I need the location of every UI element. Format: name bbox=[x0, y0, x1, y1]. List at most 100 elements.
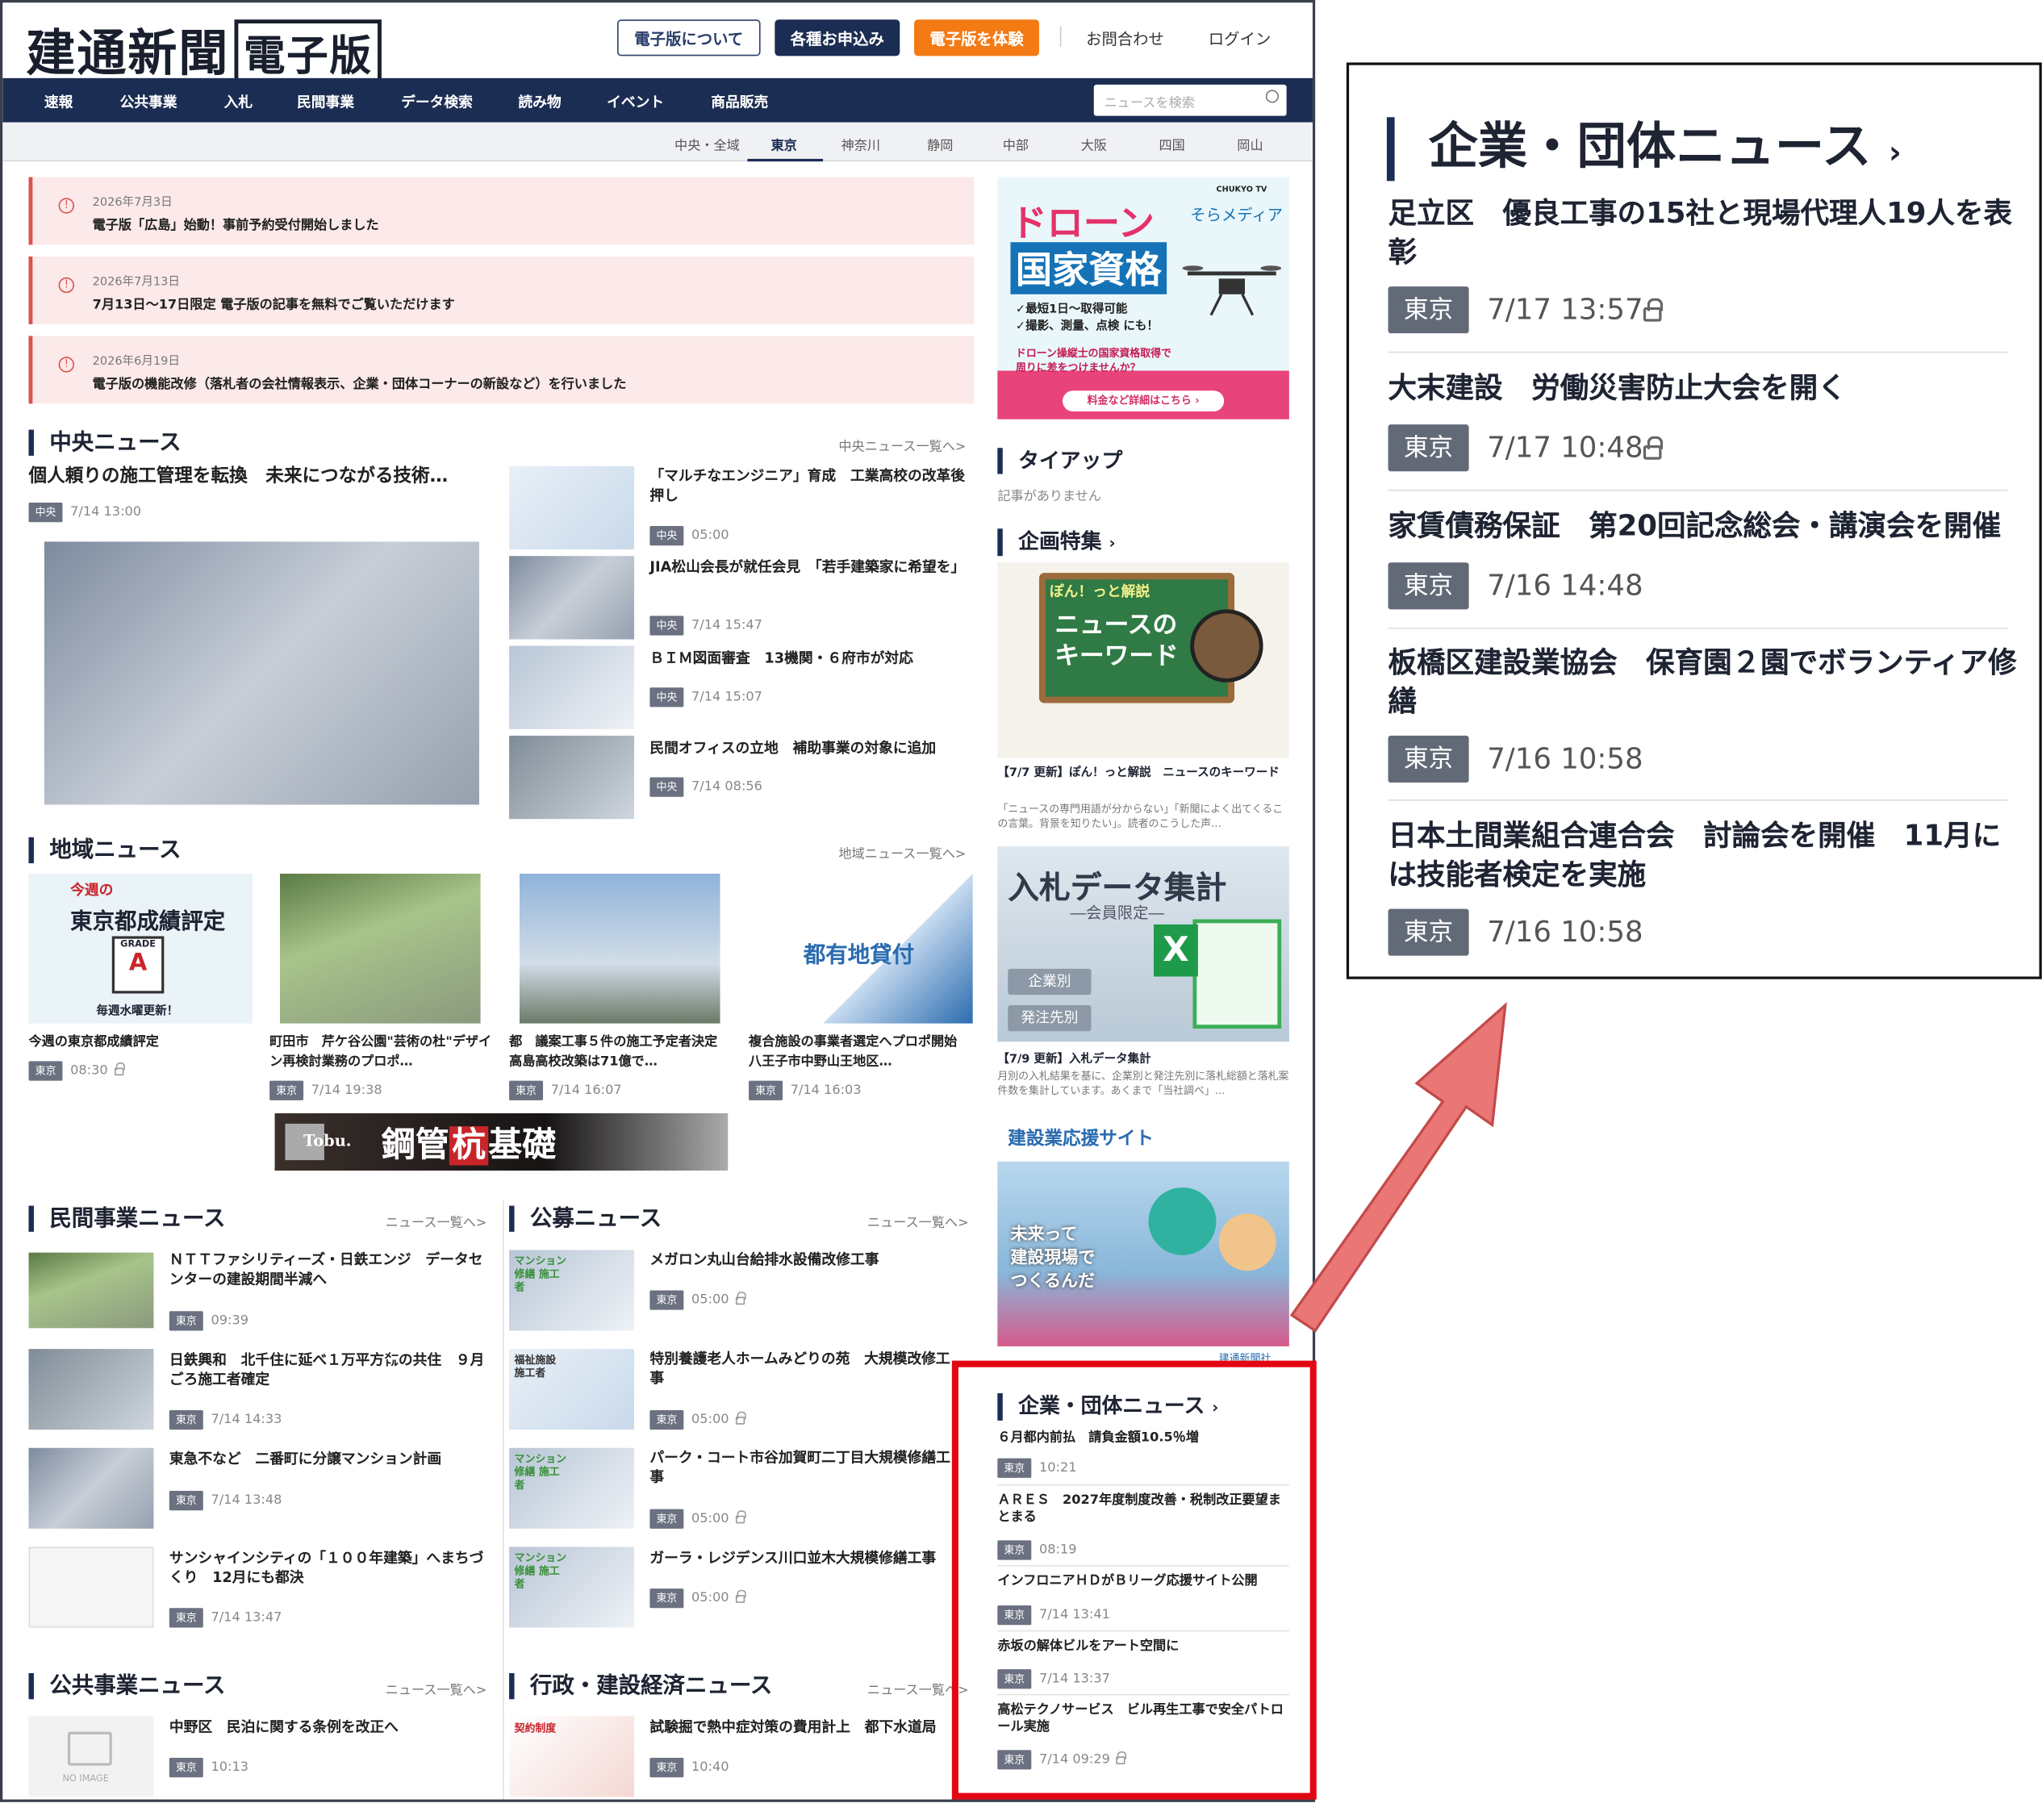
nav-item[interactable]: 民間事業 bbox=[297, 91, 354, 112]
article-thumbnail[interactable] bbox=[28, 1349, 154, 1430]
search-icon[interactable] bbox=[1265, 90, 1279, 103]
section-title-admin: 行政・建設経済ニュース bbox=[509, 1672, 772, 1700]
article-title[interactable]: メガロン丸山台給排水設備改修工事 bbox=[649, 1250, 959, 1269]
article-meta: 中央 7/14 08:56 bbox=[649, 774, 762, 799]
site-logo[interactable]: 建通新聞 電子版 bbox=[26, 13, 382, 88]
steel-pipe-pile-banner[interactable]: Tobu. 鋼管杭基礎 bbox=[274, 1112, 729, 1171]
thumbnail-label: マンション修繕 施工者 bbox=[514, 1254, 567, 1293]
about-button[interactable]: 電子版について bbox=[617, 19, 761, 56]
news-keyword-feature-image[interactable]: ぽん！っと解説 ニュースの キーワード bbox=[997, 562, 1289, 758]
public-bid-more-link[interactable]: ニュース一覧へ> bbox=[867, 1211, 969, 1230]
article-title[interactable]: 民間オフィスの立地 補助事業の対象に追加 bbox=[649, 738, 967, 758]
article-title[interactable]: サンシャインシティの「１００年建築」へまちづくり 12月にも都決 bbox=[169, 1548, 495, 1587]
feature-caption[interactable]: 【7/7 更新】ぽん！っと解説 ニュースのキーワード bbox=[997, 766, 1289, 781]
nav-item[interactable]: 入札 bbox=[224, 91, 253, 112]
login-link[interactable]: ログイン bbox=[1209, 27, 1271, 49]
article-title[interactable]: 東急不など 二番町に分譲マンション計画 bbox=[169, 1449, 495, 1468]
article-title[interactable]: 試験掘で熱中症対策の費用計上 都下水道局 bbox=[649, 1718, 959, 1737]
land-lease-card[interactable]: 都有地貸付 bbox=[749, 873, 973, 1024]
article-thumbnail[interactable]: 福祉施設 施工者 bbox=[509, 1349, 635, 1430]
article-title[interactable]: ガーラ・レジデンス川口並木大規模修繕工事 bbox=[649, 1548, 959, 1567]
article-title[interactable]: 特別養護老人ホームみどりの苑 大規模改修工事 bbox=[649, 1349, 959, 1388]
tab-region[interactable]: 四国 bbox=[1159, 134, 1184, 154]
article-thumbnail[interactable] bbox=[509, 465, 635, 550]
grade-card[interactable]: 今週の 東京都成績評定 GRADE A 毎週水曜更新！ bbox=[28, 873, 253, 1024]
article-title[interactable]: 中野区 民泊に関する条例を改正へ bbox=[169, 1718, 495, 1737]
article-title[interactable]: 町田市 芹ケ谷公園"芸術の杜"デザイン再検討業務のプロポ… bbox=[269, 1033, 494, 1071]
article-thumbnail[interactable] bbox=[509, 645, 635, 729]
article-thumbnail[interactable]: 契約制度 bbox=[509, 1716, 635, 1797]
article-thumbnail[interactable] bbox=[509, 556, 635, 640]
article-thumbnail[interactable]: マンション修繕 施工者 bbox=[509, 1547, 635, 1628]
tab-region[interactable]: 神奈川 bbox=[841, 134, 880, 154]
callout-arrow-icon bbox=[1289, 1002, 1507, 1333]
ad-features: ✓最短1日〜取得可能 ✓撮影、測量、点検 にも！ bbox=[1016, 302, 1159, 336]
article-title[interactable]: 「マルチなエンジニア」育成 工業高校の改革後押し bbox=[649, 466, 967, 505]
ad-cta-button[interactable]: 料金など詳細はこちら › bbox=[1063, 390, 1225, 412]
article-thumbnail[interactable] bbox=[519, 873, 720, 1024]
zoom-article-title[interactable]: 足立区 優良工事の15社と現場代理人19人を表彰 bbox=[1388, 195, 2019, 273]
data-caption[interactable]: 【7/9 更新】入札データ集計 bbox=[997, 1050, 1289, 1067]
drone-license-ad[interactable]: ドローン 国家資格 CHUKYO TV そらメディア ✓最短1日〜取得可能 ✓撮影… bbox=[997, 177, 1289, 420]
timestamp: 7/14 08:56 bbox=[691, 779, 762, 795]
character-helmet-icon bbox=[1148, 1187, 1217, 1255]
nav-item[interactable]: 商品販売 bbox=[711, 91, 768, 112]
central-more-link[interactable]: 中央ニュース一覧へ> bbox=[838, 435, 966, 455]
tab-region[interactable]: 岡山 bbox=[1237, 134, 1263, 154]
article-title[interactable]: 今週の東京都成績評定 bbox=[29, 1033, 253, 1052]
article-title[interactable]: ＮＴＴファシリティーズ・日鉄エンジ データセンターの建設期間半減へ bbox=[169, 1250, 495, 1288]
article-title[interactable]: 複合施設の事業者選定へプロポ開始 八王子市中野山王地区… bbox=[749, 1033, 973, 1071]
apply-button[interactable]: 各種お申込み bbox=[775, 19, 900, 56]
article-title[interactable]: ＢＩＭ図面審査 13機関・６府市が対応 bbox=[649, 649, 967, 668]
section-title-tieup: タイアップ bbox=[997, 448, 1122, 474]
notice-item[interactable]: ! 2026年7月3日 電子版「広島」始動！事前予約受付開始しました bbox=[28, 177, 975, 245]
zoom-article-title[interactable]: 板橋区建設業協会 保育園２園でボランティア修繕 bbox=[1388, 645, 2019, 723]
nav-item[interactable]: イベント bbox=[607, 91, 664, 112]
nav-item[interactable]: データ検索 bbox=[401, 91, 473, 112]
nav-item[interactable]: 公共事業 bbox=[119, 91, 177, 112]
region-tag: 東京 bbox=[649, 1588, 684, 1609]
article-meta: 東京 7/14 16:03 bbox=[749, 1077, 862, 1102]
tab-region[interactable]: 大阪 bbox=[1081, 134, 1107, 154]
article-thumbnail[interactable]: マンション修繕 施工者 bbox=[509, 1250, 635, 1331]
excel-icon: X bbox=[1154, 924, 1198, 977]
bid-data-feature-image[interactable]: 入札データ集計 ―会員限定― 企業別 発注先別 X bbox=[997, 846, 1289, 1042]
grade-label: GRADE bbox=[120, 938, 156, 950]
article-title[interactable]: パーク・コート市谷加賀町二丁目大規模修繕工事 bbox=[649, 1448, 959, 1487]
zoomed-section-title[interactable]: 企業・団体ニュース › bbox=[1386, 117, 1902, 182]
public-works-more-link[interactable]: ニュース一覧へ> bbox=[386, 1678, 487, 1698]
construction-support-banner[interactable]: 未来って 建設現場で つくるんだ bbox=[997, 1161, 1289, 1346]
support-site-link[interactable]: 建設業応援サイト bbox=[1008, 1125, 1154, 1150]
article-thumbnail[interactable] bbox=[28, 1447, 154, 1529]
tab-region[interactable]: 中央・全域 bbox=[674, 134, 740, 154]
article-title[interactable]: 日鉄興和 北千住に延べ１万平方㍍の共住 ９月ごろ施工者確定 bbox=[169, 1350, 495, 1389]
article-thumbnail[interactable] bbox=[509, 735, 635, 820]
lead-photo[interactable] bbox=[44, 541, 479, 805]
tab-region[interactable]: 静岡 bbox=[927, 134, 953, 154]
tab-region[interactable]: 中部 bbox=[1003, 134, 1029, 154]
article-title[interactable]: JIA松山会長が就任会見 「若手建築家に希望を」 bbox=[649, 557, 967, 577]
trial-button[interactable]: 電子版を体験 bbox=[914, 19, 1039, 56]
regional-more-link[interactable]: 地域ニュース一覧へ> bbox=[838, 842, 966, 862]
contact-link[interactable]: お問合わせ bbox=[1086, 27, 1164, 49]
article-meta: 東京 08:30 bbox=[28, 1058, 125, 1083]
search-input[interactable]: ニュースを検索 bbox=[1093, 84, 1287, 116]
article-thumbnail[interactable] bbox=[280, 873, 481, 1024]
ad-feature: ✓最短1日〜取得可能 bbox=[1015, 303, 1128, 317]
map-thumbnail[interactable] bbox=[28, 1547, 154, 1628]
nav-item[interactable]: 読み物 bbox=[518, 91, 561, 112]
notice-item[interactable]: ! 2026年7月13日 7月13日～17日限定 電子版の記事を無料でご覧いただけま… bbox=[28, 256, 975, 324]
article-title[interactable]: 都 議案工事５件の施工予定者決定 高島高校改築は71億で… bbox=[509, 1033, 733, 1071]
region-tag: 東京 bbox=[649, 1509, 684, 1529]
zoom-article-title[interactable]: 家賃債務保証 第20回記念総会・講演会を開催 bbox=[1388, 507, 2019, 546]
zoom-article-title[interactable]: 日本土間業組合連合会 討論会を開催 11月には技能者検定を実施 bbox=[1388, 818, 2019, 896]
private-more-link[interactable]: ニュース一覧へ> bbox=[386, 1211, 487, 1230]
notice-item[interactable]: ! 2026年6月19日 電子版の機能改修（落札者の会社情報表示、企業・団体コーナー… bbox=[28, 336, 975, 404]
section-title-feature[interactable]: 企画特集 › bbox=[997, 528, 1115, 557]
article-thumbnail[interactable]: マンション修繕 施工者 bbox=[509, 1447, 635, 1529]
nav-item[interactable]: 速報 bbox=[44, 91, 73, 112]
tab-region-active[interactable]: 東京 bbox=[770, 134, 796, 154]
article-thumbnail[interactable] bbox=[28, 1252, 154, 1329]
zoom-article-title[interactable]: 大末建設 労働災害防止大会を開く bbox=[1388, 369, 2019, 408]
lead-headline[interactable]: 個人頼りの施工管理を転換 未来につながる技術… bbox=[29, 467, 449, 486]
